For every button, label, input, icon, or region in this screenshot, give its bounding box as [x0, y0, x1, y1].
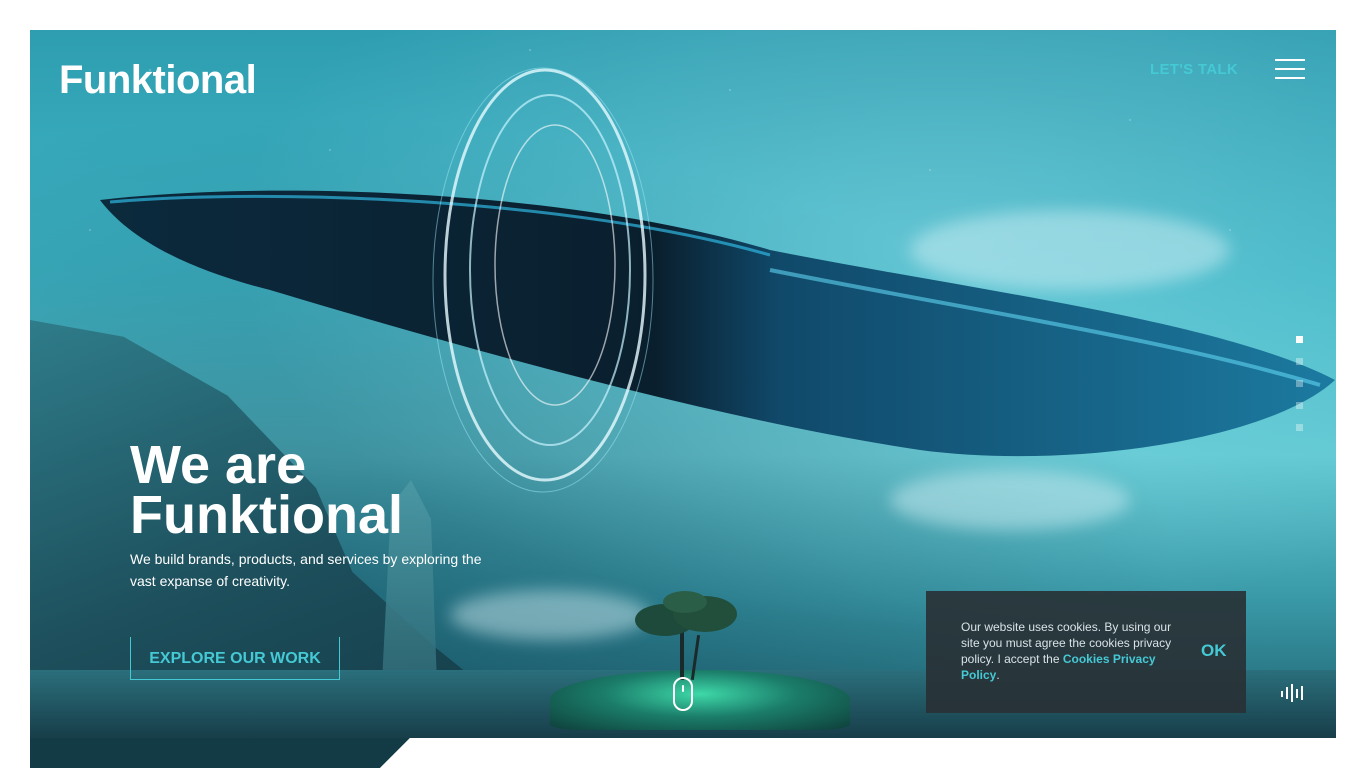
slide-dot-3[interactable]	[1296, 380, 1303, 387]
page-bottom-notch	[380, 738, 1366, 768]
sound-wave-icon[interactable]	[1280, 684, 1308, 702]
slide-dot-1[interactable]	[1296, 336, 1303, 343]
mouse-scroll-icon[interactable]	[673, 677, 693, 711]
cookie-banner-text: Our website uses cookies. By using our s…	[961, 619, 1181, 683]
portal-rings-illustration	[432, 67, 654, 493]
hero-tagline: We build brands, products, and services …	[130, 551, 482, 589]
cookie-ok-button[interactable]: OK	[1201, 641, 1227, 661]
hero-bottom-edge	[30, 738, 410, 768]
hero-headline: We are Funktional	[130, 438, 403, 542]
slide-dot-5[interactable]	[1296, 424, 1303, 431]
tree-illustration	[635, 591, 737, 680]
slide-indicator	[1296, 336, 1304, 446]
hamburger-menu-icon[interactable]	[1275, 59, 1307, 79]
cookie-text-after: .	[996, 668, 1000, 682]
headline-line-2: Funktional	[130, 485, 403, 545]
lets-talk-link[interactable]: LET'S TALK	[1150, 61, 1238, 78]
cookie-banner: Our website uses cookies. By using our s…	[926, 591, 1246, 713]
site-logo[interactable]: Funktional	[59, 58, 257, 103]
explore-our-work-button[interactable]: EXPLORE OUR WORK	[130, 637, 340, 680]
slide-dot-4[interactable]	[1296, 402, 1303, 409]
slide-dot-2[interactable]	[1296, 358, 1303, 365]
